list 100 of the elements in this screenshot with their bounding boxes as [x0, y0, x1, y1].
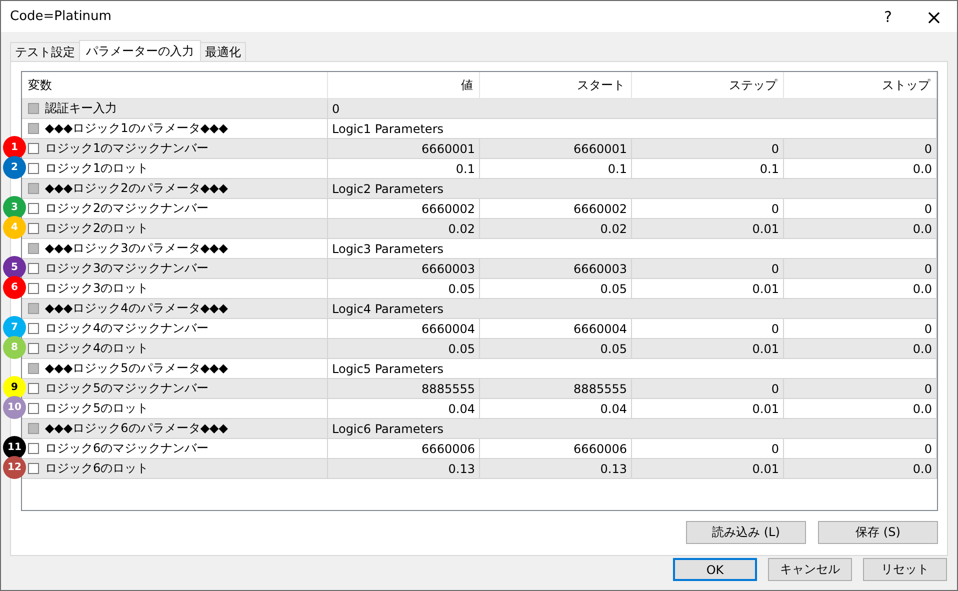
table-cell: 0.05	[480, 339, 632, 358]
table-cell: Logic6 Parameters	[328, 419, 937, 438]
table-cell: 0.02	[480, 219, 632, 238]
table-cell: 0.0	[784, 339, 937, 358]
checkbox[interactable]	[28, 363, 39, 374]
checkbox[interactable]	[28, 303, 39, 314]
dialog-button[interactable]: リセット	[863, 558, 947, 581]
number-badge: 6	[3, 276, 26, 299]
table-cell: 6660001	[328, 139, 480, 158]
table-cell: 0.1	[480, 159, 632, 178]
number-badge: 2	[3, 156, 26, 179]
variable-name: ロジック4のマジックナンバー	[45, 320, 209, 337]
table-cell: Logic3 Parameters	[328, 239, 937, 258]
checkbox[interactable]	[28, 403, 39, 414]
table-cell: 0.01	[632, 459, 784, 478]
table-cell: 0.05	[480, 279, 632, 298]
checkbox[interactable]	[28, 103, 39, 114]
table-cell: 0.0	[784, 159, 937, 178]
table-cell: 0	[784, 319, 937, 338]
variable-name: ロジック2のマジックナンバー	[45, 200, 209, 217]
variable-name: ロジック3のロット	[45, 280, 149, 297]
table-cell: 0.01	[632, 279, 784, 298]
table-cell: Logic5 Parameters	[328, 359, 937, 378]
table-cell: 0.0	[784, 399, 937, 418]
table-cell: 0.01	[632, 219, 784, 238]
close-button[interactable]: ×	[911, 1, 957, 32]
checkbox[interactable]	[28, 203, 39, 214]
checkbox[interactable]	[28, 383, 39, 394]
table-cell: 6660003	[328, 259, 480, 278]
dialog-button[interactable]: キャンセル	[768, 558, 852, 581]
variable-name: ロジック5のマジックナンバー	[45, 380, 209, 397]
dialog-button[interactable]: OK	[673, 558, 757, 581]
table-cell: 0	[632, 139, 784, 158]
table-cell: 0	[328, 99, 937, 118]
checkbox[interactable]	[28, 123, 39, 134]
variable-name: ロジック6のマジックナンバー	[45, 440, 209, 457]
column-header[interactable]: ストップ	[784, 72, 937, 98]
variable-name: ◆◆◆ロジック5のパラメータ◆◆◆	[45, 360, 228, 377]
checkbox[interactable]	[28, 283, 39, 294]
checkbox[interactable]	[28, 223, 39, 234]
table-cell: 6660003	[480, 259, 632, 278]
number-badge: 9	[3, 376, 26, 399]
table-cell: Logic4 Parameters	[328, 299, 937, 318]
variable-name: ロジック3のマジックナンバー	[45, 260, 209, 277]
table-cell: 0.13	[480, 459, 632, 478]
variable-name: ロジック6のロット	[45, 460, 149, 477]
checkbox[interactable]	[28, 243, 39, 254]
tab[interactable]: パラメーターの入力	[79, 40, 201, 61]
checkbox[interactable]	[28, 323, 39, 334]
checkbox[interactable]	[28, 443, 39, 454]
panel-button[interactable]: 保存 (S)	[818, 521, 938, 544]
table-cell: 0	[632, 439, 784, 458]
table-cell: 0.01	[632, 339, 784, 358]
table-cell: 0.1	[632, 159, 784, 178]
table-cell: 0	[784, 439, 937, 458]
variable-name: ◆◆◆ロジック4のパラメータ◆◆◆	[45, 300, 228, 317]
number-badge: 3	[3, 196, 26, 219]
panel-button[interactable]: 読み込み (L)	[686, 521, 806, 544]
checkbox[interactable]	[28, 183, 39, 194]
table-cell: 0	[632, 319, 784, 338]
column-header[interactable]: スタート	[480, 72, 632, 98]
table-cell: 6660004	[480, 319, 632, 338]
help-button[interactable]: ?	[865, 1, 911, 32]
table-cell: 0	[784, 199, 937, 218]
table-cell: 8885555	[480, 379, 632, 398]
column-header[interactable]: ステップ	[632, 72, 784, 98]
variable-name: ロジック1のマジックナンバー	[45, 140, 209, 157]
tab[interactable]: 最適化	[200, 42, 246, 61]
table-cell: 0	[632, 379, 784, 398]
checkbox[interactable]	[28, 143, 39, 154]
table-cell: 0	[784, 259, 937, 278]
checkbox[interactable]	[28, 423, 39, 434]
table-cell: 6660006	[328, 439, 480, 458]
table-cell: 0.04	[480, 399, 632, 418]
number-badge: 12	[3, 456, 26, 479]
checkbox[interactable]	[28, 343, 39, 354]
variable-name: ◆◆◆ロジック1のパラメータ◆◆◆	[45, 120, 228, 137]
number-badge: 11	[3, 436, 26, 459]
table-cell: 0.0	[784, 279, 937, 298]
table-cell: 6660004	[328, 319, 480, 338]
table-cell: 0.13	[328, 459, 480, 478]
variable-name: ロジック1のロット	[45, 160, 149, 177]
table-cell: 0.02	[328, 219, 480, 238]
variable-name: ◆◆◆ロジック2のパラメータ◆◆◆	[45, 180, 228, 197]
column-header[interactable]: 変数	[22, 72, 328, 98]
variable-name: ロジック2のロット	[45, 220, 149, 237]
tab[interactable]: テスト設定	[10, 42, 80, 61]
variable-name: 認証キー入力	[45, 100, 117, 117]
variable-name: ◆◆◆ロジック3のパラメータ◆◆◆	[45, 240, 228, 257]
table-cell: 6660002	[480, 199, 632, 218]
checkbox[interactable]	[28, 263, 39, 274]
table-cell: 0	[784, 139, 937, 158]
table-cell: 6660002	[328, 199, 480, 218]
table-cell: 6660001	[480, 139, 632, 158]
table-cell: 0.0	[784, 459, 937, 478]
table-cell: Logic2 Parameters	[328, 179, 937, 198]
checkbox[interactable]	[28, 163, 39, 174]
checkbox[interactable]	[28, 463, 39, 474]
table-cell: 0	[632, 199, 784, 218]
column-header[interactable]: 値	[328, 72, 480, 98]
